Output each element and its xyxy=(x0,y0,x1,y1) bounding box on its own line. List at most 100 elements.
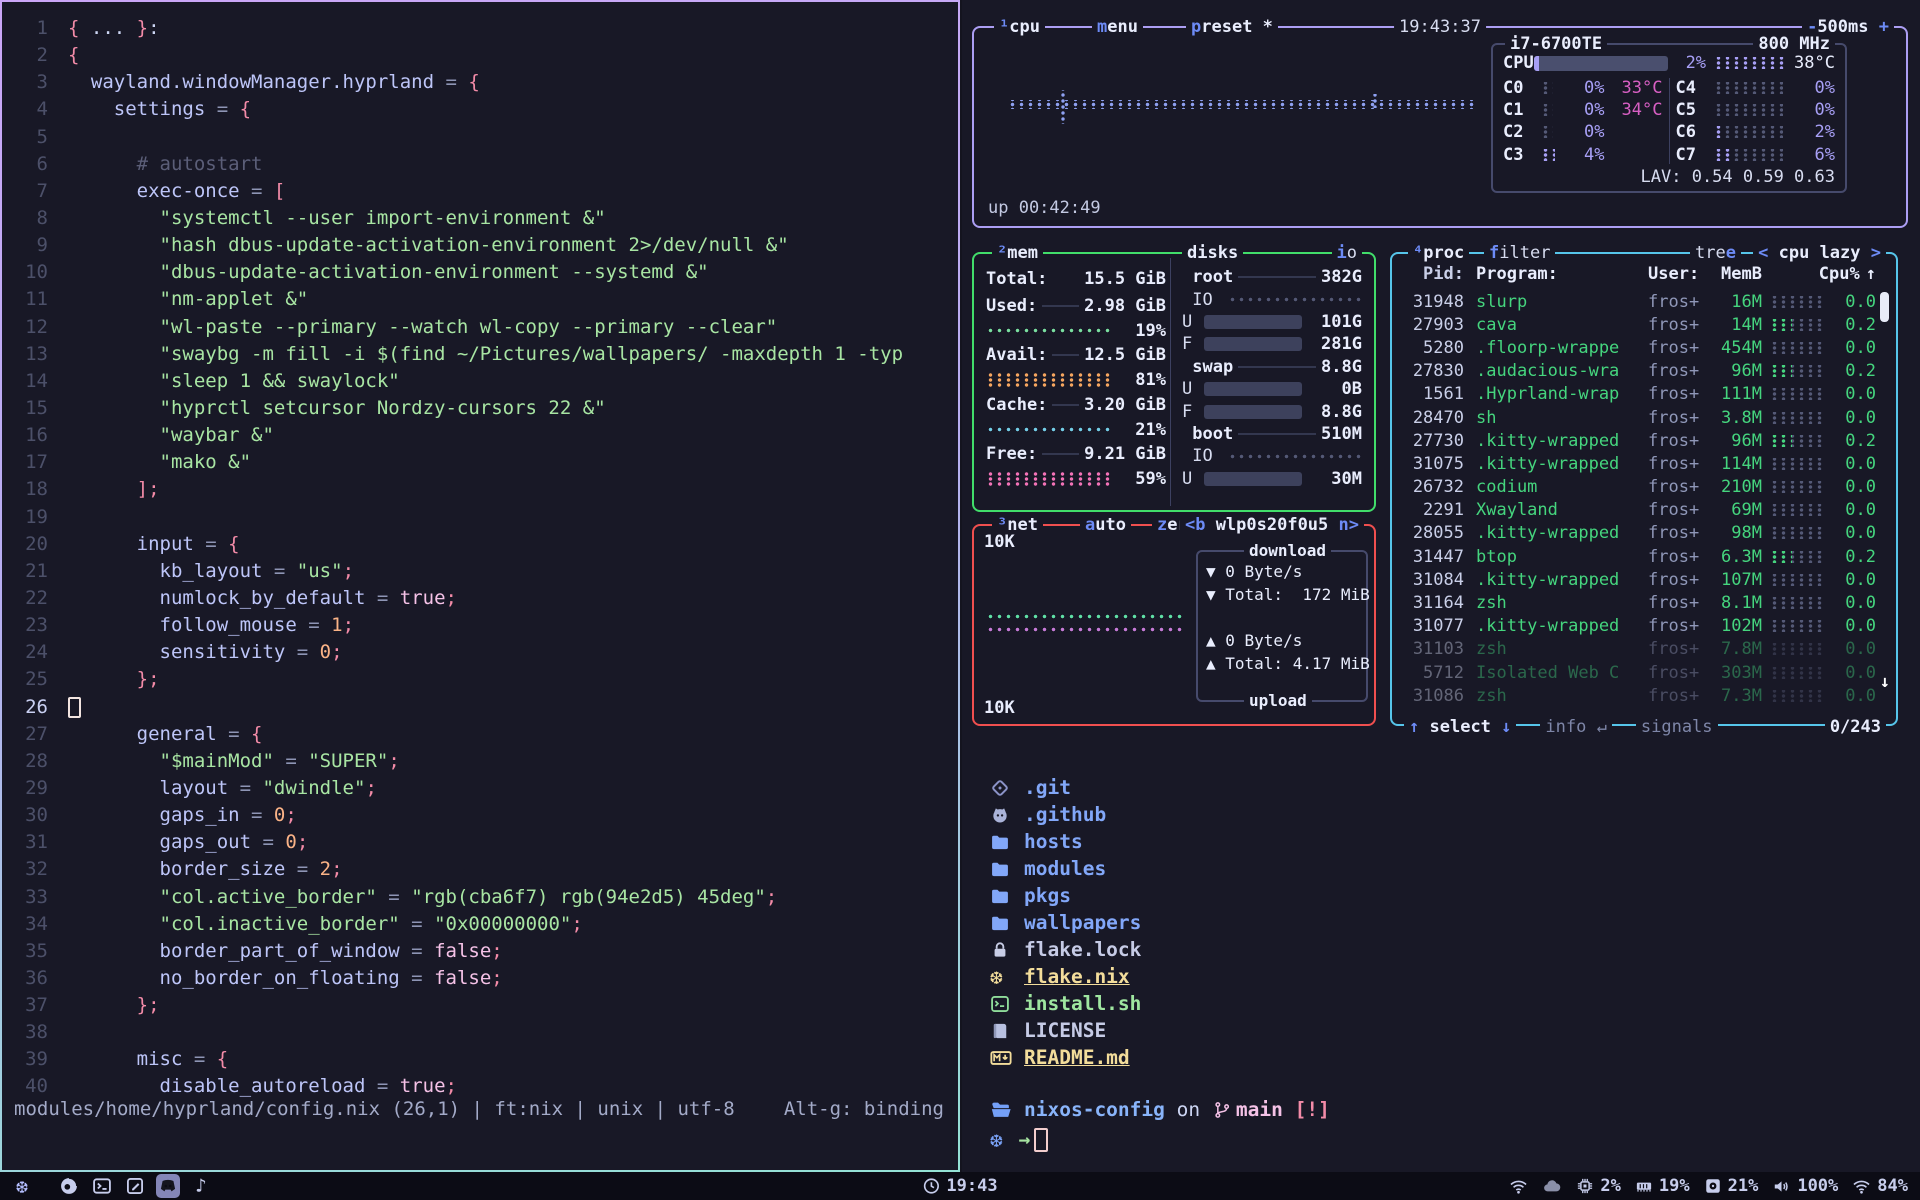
process-row[interactable]: 31077.kitty-wrappedfros+102M0.0 xyxy=(1404,615,1876,638)
clock-module[interactable]: 19:43 xyxy=(922,1172,997,1200)
btop-net-panel: ³net auto zero <b wlp0s20f0u5 n> 10K 10K… xyxy=(972,524,1376,726)
proc-program: cava xyxy=(1476,315,1648,335)
discord-icon[interactable] xyxy=(156,1174,180,1198)
process-row[interactable]: 31164zshfros+8.1M0.0 xyxy=(1404,591,1876,614)
proc-filter-button[interactable]: filter xyxy=(1484,242,1555,264)
taskbar-apps: ❆♪ xyxy=(10,1172,213,1200)
line-number: 23 xyxy=(12,612,48,639)
disks-list: root382G IOU101GF281G swap8.8GU0BF8.8G b… xyxy=(1182,266,1362,490)
process-row[interactable]: 5280.floorp-wrappefros+454M0.0 xyxy=(1404,336,1876,359)
process-row[interactable]: 28055.kitty-wrappedfros+98M0.0 xyxy=(1404,522,1876,545)
tray-wifi-icon[interactable] xyxy=(1509,1177,1528,1196)
tray-cloud-icon[interactable] xyxy=(1542,1176,1562,1196)
code-area[interactable]: 1{ ... }:2{3 wayland.windowManager.hyprl… xyxy=(12,15,955,1101)
disks-tab[interactable]: disks xyxy=(1182,242,1243,264)
process-row[interactable]: 31103zshfros+7.8M0.0 xyxy=(1404,638,1876,661)
code-text: { ... }: xyxy=(68,15,160,42)
process-row[interactable]: 28470shfros+3.8M0.0 xyxy=(1404,406,1876,429)
proc-pid: 26732 xyxy=(1404,477,1464,497)
process-row[interactable]: 31447btopfros+6.3M0.2 xyxy=(1404,545,1876,568)
editor-window[interactable]: 1{ ... }:2{3 wayland.windowManager.hyprl… xyxy=(0,0,960,1172)
mem-stat-value: 15.5 GiB xyxy=(1084,269,1166,289)
notepad-icon[interactable] xyxy=(123,1174,147,1198)
core-column-divider xyxy=(1669,78,1670,164)
disk-bar-value: 8.8G xyxy=(1310,402,1362,422)
code-line: 15 "hyprctl setcursor Nordzy-cursors 22 … xyxy=(12,395,955,422)
proc-scroll-down-icon[interactable]: ↓ xyxy=(1880,672,1890,692)
proc-memory: 102M xyxy=(1710,616,1762,636)
music-icon[interactable]: ♪ xyxy=(189,1174,213,1198)
line-number: 4 xyxy=(12,96,48,123)
net-auto-button[interactable]: auto xyxy=(1080,514,1131,536)
io-toggle[interactable]: io xyxy=(1332,242,1363,264)
btop-window[interactable]: ¹cpu menu preset * 19:43:37 -500ms + i7-… xyxy=(962,0,1920,748)
line-number: 7 xyxy=(12,178,48,205)
proc-sort-selector[interactable]: < cpu lazy > xyxy=(1753,242,1886,264)
proc-user: fros+ xyxy=(1648,593,1710,613)
code-line: 4 settings = { xyxy=(12,96,955,123)
preset-button[interactable]: preset * xyxy=(1186,16,1278,38)
net-interface-switcher[interactable]: <b wlp0s20f0u5 n> xyxy=(1180,514,1364,536)
proc-info-hint[interactable]: info ↵ xyxy=(1540,717,1611,737)
proc-memory: 210M xyxy=(1710,477,1762,497)
proc-signals-hint[interactable]: signals xyxy=(1636,717,1718,737)
line-number: 19 xyxy=(12,504,48,531)
process-row[interactable]: 27903cavafros+14M0.2 xyxy=(1404,313,1876,336)
line-number: 11 xyxy=(12,286,48,313)
header-program[interactable]: Program: xyxy=(1476,264,1648,284)
process-row[interactable]: 26732codiumfros+210M0.0 xyxy=(1404,476,1876,499)
process-row[interactable]: 5712Isolated Web Cfros+303M0.0 xyxy=(1404,661,1876,684)
tray-wifi-module[interactable]: 84% xyxy=(1852,1176,1908,1196)
interval-increase-button[interactable]: + xyxy=(1879,17,1889,37)
nix-icon[interactable]: ❆ xyxy=(10,1174,34,1198)
core-meter xyxy=(1541,149,1553,161)
disk-size: 382G xyxy=(1321,267,1362,287)
process-row[interactable]: 31084.kitty-wrappedfros+107M0.0 xyxy=(1404,568,1876,591)
code-line: 5 xyxy=(12,124,955,151)
tray-ram-module[interactable]: 19% xyxy=(1635,1176,1690,1196)
proc-memory: 14M xyxy=(1710,315,1762,335)
header-cpu[interactable]: Cpu% xyxy=(1814,264,1860,284)
proc-tab[interactable]: ⁴proc xyxy=(1408,242,1469,264)
tray-volume-module[interactable]: 100% xyxy=(1772,1176,1838,1196)
proc-cpu-meter xyxy=(1770,620,1822,632)
proc-cpu-percent: 0.0 xyxy=(1830,292,1876,312)
process-row[interactable]: 2291Xwaylandfros+69M0.0 xyxy=(1404,499,1876,522)
process-row[interactable]: 27730.kitty-wrappedfros+96M0.2 xyxy=(1404,429,1876,452)
line-number: 15 xyxy=(12,395,48,422)
process-row[interactable]: 31948slurpfros+16M0.0 xyxy=(1404,290,1876,313)
terminal-window[interactable]: .git.githubhostsmodulespkgswallpapersfla… xyxy=(962,748,1920,1172)
disk-bar-track xyxy=(1204,472,1302,486)
menu-button[interactable]: menu xyxy=(1092,16,1143,38)
cpu-tab[interactable]: ¹cpu xyxy=(994,16,1045,38)
terminal-icon[interactable] xyxy=(90,1174,114,1198)
line-number: 31 xyxy=(12,829,48,856)
prompt-on-label: on xyxy=(1165,1098,1212,1121)
header-pid[interactable]: Pid: xyxy=(1404,264,1464,284)
btop-clock: 19:43:37 xyxy=(1394,16,1486,38)
process-row[interactable]: 27830.audacious-wrafros+96M0.2 xyxy=(1404,360,1876,383)
proc-scrollbar-thumb[interactable] xyxy=(1880,292,1889,322)
line-number: 20 xyxy=(12,531,48,558)
firefox-icon[interactable] xyxy=(57,1174,81,1198)
process-row[interactable]: 31075.kitty-wrappedfros+114M0.0 xyxy=(1404,452,1876,475)
tray-chip-module[interactable]: 2% xyxy=(1576,1176,1620,1196)
wifi-icon xyxy=(1852,1177,1871,1196)
core-meter xyxy=(1714,126,1784,138)
header-memb[interactable]: MemB xyxy=(1710,264,1762,284)
proc-pid: 31086 xyxy=(1404,686,1464,706)
prompt-line-2[interactable]: ❆ → xyxy=(990,1126,1048,1153)
process-row[interactable]: 1561.Hyprland-wrapfros+111M0.0 xyxy=(1404,383,1876,406)
header-user[interactable]: User: xyxy=(1648,264,1710,284)
proc-select-hint[interactable]: ↑ select ↓ xyxy=(1404,717,1516,737)
file-name: LICENSE xyxy=(1024,1019,1106,1042)
mem-meter xyxy=(986,373,1114,387)
mem-tab[interactable]: ²mem xyxy=(992,242,1043,264)
line-number: 9 xyxy=(12,232,48,259)
terminal-cursor xyxy=(1034,1128,1048,1152)
cpu-model: i7-6700TE xyxy=(1505,33,1607,55)
tray-disk-module[interactable]: 21% xyxy=(1704,1176,1759,1196)
proc-tree-button[interactable]: tree xyxy=(1690,242,1741,264)
proc-memory: 96M xyxy=(1710,431,1762,451)
process-row[interactable]: 31086zshfros+7.3M0.0 xyxy=(1404,684,1876,707)
